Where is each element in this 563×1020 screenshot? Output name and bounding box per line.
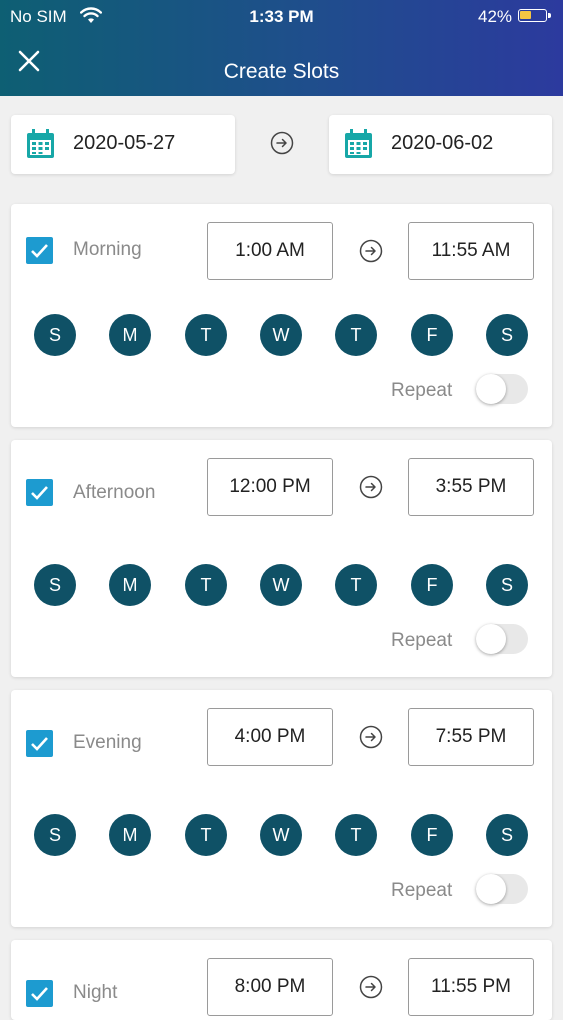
day-toggle-friday[interactable]: F (411, 564, 453, 606)
end-time-field[interactable]: 11:55 AM (408, 222, 534, 280)
slot-checkbox[interactable] (26, 479, 53, 506)
day-toggle-thursday[interactable]: T (335, 814, 377, 856)
slot-card-night: Night 8:00 PM 11:55 PM (11, 940, 552, 1020)
day-toggle-friday[interactable]: F (411, 314, 453, 356)
day-toggle-wednesday[interactable]: W (260, 314, 302, 356)
arrow-right-icon (270, 131, 294, 155)
start-time-field[interactable]: 8:00 PM (207, 958, 333, 1016)
day-toggle-tuesday[interactable]: T (185, 814, 227, 856)
arrow-right-icon (359, 239, 383, 263)
day-toggle-sunday[interactable]: S (34, 314, 76, 356)
slot-label: Morning (73, 239, 142, 260)
slot-card-afternoon: Afternoon 12:00 PM 3:55 PM S M T W T F S… (11, 440, 552, 677)
day-toggle-thursday[interactable]: T (335, 564, 377, 606)
day-toggle-tuesday[interactable]: T (185, 564, 227, 606)
start-date-field[interactable]: 2020-05-27 (11, 115, 235, 174)
day-toggle-monday[interactable]: M (109, 564, 151, 606)
day-toggle-saturday[interactable]: S (486, 814, 528, 856)
start-date-value: 2020-05-27 (73, 132, 176, 154)
repeat-toggle[interactable] (476, 874, 528, 904)
repeat-label: Repeat (391, 380, 453, 401)
status-bar: No SIM 1:33 PM 42% (0, 0, 563, 34)
checkmark-icon (31, 987, 48, 1001)
arrow-right-icon (359, 975, 383, 999)
battery-percent: 42% (478, 7, 513, 26)
repeat-toggle[interactable] (476, 374, 528, 404)
page-title: Create Slots (223, 60, 340, 83)
arrow-right-icon (359, 475, 383, 499)
end-date-value: 2020-06-02 (391, 132, 494, 154)
checkmark-icon (31, 737, 48, 751)
day-toggle-thursday[interactable]: T (335, 314, 377, 356)
start-time-field[interactable]: 4:00 PM (207, 708, 333, 766)
day-toggle-wednesday[interactable]: W (260, 564, 302, 606)
day-toggle-monday[interactable]: M (109, 314, 151, 356)
slot-checkbox[interactable] (26, 980, 53, 1007)
day-toggle-tuesday[interactable]: T (185, 314, 227, 356)
repeat-toggle[interactable] (476, 624, 528, 654)
end-date-field[interactable]: 2020-06-02 (329, 115, 552, 174)
slot-card-evening: Evening 4:00 PM 7:55 PM S M T W T F S Re… (11, 690, 552, 927)
day-toggle-sunday[interactable]: S (34, 814, 76, 856)
battery-icon (518, 9, 551, 22)
slot-card-morning: Morning 1:00 AM 11:55 AM S M T W T F S R… (11, 204, 552, 427)
end-time-field[interactable]: 3:55 PM (408, 458, 534, 516)
day-toggle-monday[interactable]: M (109, 814, 151, 856)
repeat-label: Repeat (391, 630, 453, 651)
start-time-field[interactable]: 12:00 PM (207, 458, 333, 516)
calendar-icon (345, 129, 372, 158)
slot-label: Afternoon (73, 482, 156, 503)
day-toggle-sunday[interactable]: S (34, 564, 76, 606)
day-toggle-friday[interactable]: F (411, 814, 453, 856)
end-time-field[interactable]: 7:55 PM (408, 708, 534, 766)
slot-checkbox[interactable] (26, 237, 53, 264)
day-toggle-saturday[interactable]: S (486, 314, 528, 356)
checkmark-icon (31, 486, 48, 500)
day-toggle-saturday[interactable]: S (486, 564, 528, 606)
repeat-label: Repeat (391, 880, 453, 901)
slot-label: Night (73, 982, 118, 1003)
slot-checkbox[interactable] (26, 730, 53, 757)
start-time-field[interactable]: 1:00 AM (207, 222, 333, 280)
end-time-field[interactable]: 11:55 PM (408, 958, 534, 1016)
arrow-right-icon (359, 725, 383, 749)
checkmark-icon (31, 244, 48, 258)
day-toggle-wednesday[interactable]: W (260, 814, 302, 856)
slot-label: Evening (73, 732, 142, 753)
calendar-icon (27, 129, 54, 158)
